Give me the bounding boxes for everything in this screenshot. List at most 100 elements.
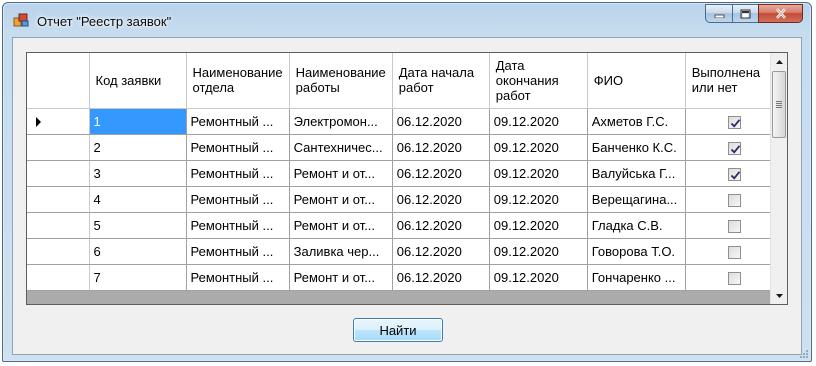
scroll-down-button[interactable] [771, 287, 787, 304]
cell-work[interactable]: Сантехничес... [289, 134, 393, 161]
cell-dept[interactable]: Ремонтный ... [186, 160, 290, 187]
checkbox-unchecked[interactable] [727, 219, 741, 233]
grip-line [776, 105, 782, 106]
checkbox-unchecked[interactable] [727, 245, 741, 259]
checkbox-checked[interactable] [727, 167, 741, 181]
cell-dept[interactable]: Ремонтный ... [186, 238, 290, 265]
column-header-work[interactable]: Наименование работы [289, 53, 393, 109]
scroll-up-button[interactable] [771, 53, 787, 70]
cell-code[interactable]: 2 [89, 134, 187, 161]
column-header-done[interactable]: Выполнена или нет [685, 53, 784, 109]
scroll-thumb[interactable] [772, 71, 786, 138]
caption-buttons [705, 4, 803, 23]
cell-code[interactable]: 5 [89, 212, 187, 239]
column-header-dept[interactable]: Наименование отдела [186, 53, 290, 109]
find-button[interactable]: Найти [353, 318, 443, 342]
requests-grid[interactable]: Код заявки Наименование отдела Наименова… [26, 52, 788, 305]
grid-table: Код заявки Наименование отдела Наименова… [27, 53, 784, 291]
cell-start[interactable]: 06.12.2020 [392, 186, 490, 213]
table-row[interactable]: 1 Ремонтный ... Электромон... 06.12.2020 09.… [27, 108, 784, 135]
minimize-button[interactable] [705, 4, 732, 23]
table-row[interactable]: 5 Ремонтный ... Ремонт и от... 06.12.2020 09… [27, 212, 784, 239]
cell-dept[interactable]: Ремонтный ... [186, 134, 290, 161]
cell-code[interactable]: 6 [89, 238, 187, 265]
cell-start[interactable]: 06.12.2020 [392, 238, 490, 265]
table-row[interactable]: 4 Ремонтный ... Ремонт и от... 06.12.2020 09… [27, 186, 784, 213]
cell-code[interactable]: 1 [89, 108, 187, 135]
column-header-end[interactable]: Дата окончания работ [489, 53, 588, 109]
cell-done[interactable] [685, 108, 784, 135]
table-row[interactable]: 3 Ремонтный ... Ремонт и от... 06.12.2020 09… [27, 160, 784, 187]
table-row[interactable]: 2 Ремонтный ... Сантехничес... 06.12.2020 09… [27, 134, 784, 161]
cell-fio[interactable]: Говорова Т.О. [587, 238, 686, 265]
cell-done[interactable] [685, 212, 784, 239]
cell-done[interactable] [685, 264, 784, 291]
column-header-code[interactable]: Код заявки [89, 53, 187, 109]
cell-end[interactable]: 09.12.2020 [489, 160, 588, 187]
cell-done[interactable] [685, 186, 784, 213]
cell-fio[interactable]: Гончаренко ... [587, 264, 686, 291]
current-row-arrow-icon [36, 116, 41, 127]
table-row[interactable]: 6 Ремонтный ... Заливка чер... 06.12.2020 09… [27, 238, 784, 265]
cell-fio[interactable]: Гладка С.В. [587, 212, 686, 239]
cell-dept[interactable]: Ремонтный ... [186, 212, 290, 239]
row-header[interactable] [27, 264, 90, 291]
cell-dept[interactable]: Ремонтный ... [186, 264, 290, 291]
cell-fio[interactable]: Ахметов Г.С. [587, 108, 686, 135]
corner-header[interactable] [27, 53, 90, 109]
vertical-scrollbar[interactable] [770, 53, 787, 304]
cell-code[interactable]: 4 [89, 186, 187, 213]
checkbox-checked[interactable] [727, 115, 741, 129]
cell-start[interactable]: 06.12.2020 [392, 212, 490, 239]
arrow-down-icon [776, 293, 783, 298]
maximize-button[interactable] [732, 4, 758, 23]
cell-done[interactable] [685, 160, 784, 187]
cell-start[interactable]: 06.12.2020 [392, 108, 490, 135]
cell-work[interactable]: Ремонт и от... [289, 160, 393, 187]
resize-grip-icon[interactable] [799, 349, 809, 359]
cell-end[interactable]: 09.12.2020 [489, 264, 588, 291]
checkmark-icon [730, 118, 740, 128]
cell-done[interactable] [685, 238, 784, 265]
cell-fio[interactable]: Банченко К.С. [587, 134, 686, 161]
cell-start[interactable]: 06.12.2020 [392, 160, 490, 187]
title-bar[interactable]: Отчет "Реестр заявок" [3, 3, 811, 37]
cell-dept[interactable]: Ремонтный ... [186, 108, 290, 135]
cell-end[interactable]: 09.12.2020 [489, 238, 588, 265]
checkbox-unchecked[interactable] [727, 271, 741, 285]
cell-done[interactable] [685, 134, 784, 161]
cell-dept[interactable]: Ремонтный ... [186, 186, 290, 213]
checkmark-icon [730, 170, 740, 180]
header-row: Код заявки Наименование отдела Наименова… [27, 53, 784, 109]
cell-code[interactable]: 3 [89, 160, 187, 187]
cell-start[interactable]: 06.12.2020 [392, 264, 490, 291]
row-header[interactable] [27, 186, 90, 213]
table-row[interactable]: 7 Ремонтный ... Ремонт и от... 06.12.2020 09… [27, 264, 784, 291]
cell-work[interactable]: Электромон... [289, 108, 393, 135]
checkbox-unchecked[interactable] [727, 193, 741, 207]
row-header[interactable] [27, 160, 90, 187]
cell-start[interactable]: 06.12.2020 [392, 134, 490, 161]
close-button[interactable] [758, 4, 803, 23]
cell-fio[interactable]: Верещагина... [587, 186, 686, 213]
checkbox-checked[interactable] [727, 141, 741, 155]
cell-work[interactable]: Заливка чер... [289, 238, 393, 265]
row-header[interactable] [27, 108, 90, 135]
cell-end[interactable]: 09.12.2020 [489, 108, 588, 135]
cell-work[interactable]: Ремонт и от... [289, 264, 393, 291]
cell-end[interactable]: 09.12.2020 [489, 186, 588, 213]
column-header-start[interactable]: Дата начала работ [392, 53, 490, 109]
cell-fio[interactable]: Валуйська Г... [587, 160, 686, 187]
cell-end[interactable]: 09.12.2020 [489, 134, 588, 161]
row-header[interactable] [27, 212, 90, 239]
cell-code[interactable]: 7 [89, 264, 187, 291]
cell-work[interactable]: Ремонт и от... [289, 212, 393, 239]
cell-work[interactable]: Ремонт и от... [289, 186, 393, 213]
row-header[interactable] [27, 134, 90, 161]
row-header[interactable] [27, 238, 90, 265]
grip-line [776, 107, 782, 108]
column-header-fio[interactable]: ФИО [587, 53, 686, 109]
cell-end[interactable]: 09.12.2020 [489, 212, 588, 239]
arrow-up-icon [776, 59, 783, 64]
grip-line [776, 101, 782, 102]
